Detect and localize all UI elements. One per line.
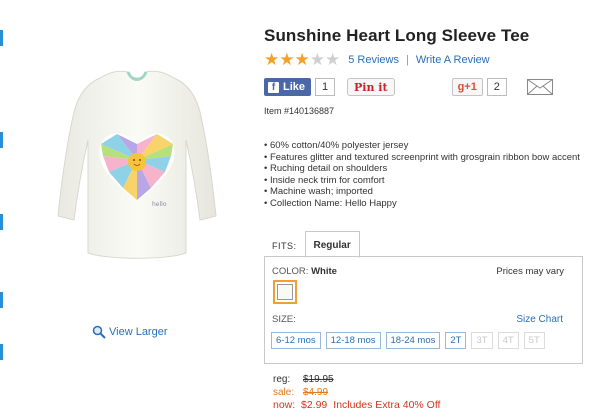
separator: | bbox=[406, 54, 409, 66]
star-empty-icon: ★ bbox=[309, 50, 325, 69]
size-option[interactable]: 6-12 mos bbox=[271, 332, 321, 349]
edge-marker bbox=[0, 30, 3, 46]
size-option-unavailable: 4T bbox=[497, 332, 519, 349]
size-option-unavailable: 3T bbox=[471, 332, 493, 349]
reg-label: reg: bbox=[273, 374, 291, 385]
product-image[interactable]: hello bbox=[40, 48, 230, 268]
tab-regular[interactable]: Regular bbox=[304, 231, 360, 258]
view-larger-link[interactable]: View Larger bbox=[92, 325, 168, 339]
gplus-count: 2 bbox=[486, 78, 507, 96]
feature-item: 60% cotton/40% polyester jersey bbox=[264, 140, 589, 152]
write-review-link[interactable]: Write A Review bbox=[416, 54, 490, 66]
product-title: Sunshine Heart Long Sleeve Tee bbox=[264, 26, 530, 45]
prices-may-vary-note: Prices may vary bbox=[496, 266, 564, 277]
star-filled-icon: ★ bbox=[279, 50, 295, 69]
feature-item: Inside neck trim for comfort bbox=[264, 175, 589, 187]
size-option[interactable]: 18-24 mos bbox=[385, 332, 441, 349]
color-value: White bbox=[311, 266, 337, 277]
star-filled-icon: ★ bbox=[264, 50, 280, 69]
like-label: Like bbox=[283, 81, 306, 93]
edge-marker bbox=[0, 214, 3, 230]
pinterest-pin-button[interactable]: Pin it bbox=[347, 78, 395, 96]
size-option[interactable]: 2T bbox=[445, 332, 467, 349]
discount-note: Includes Extra 40% Off bbox=[333, 399, 441, 411]
size-chart-link[interactable]: Size Chart bbox=[516, 314, 563, 325]
size-option[interactable]: 12-18 mos bbox=[325, 332, 381, 349]
price-block: reg: $19.95 sale: $4.99 now: $2.99 Includes … bbox=[273, 373, 440, 412]
rating-row: ★ ★ ★ ★ ★ 5 Reviews | Write A Review bbox=[264, 50, 490, 69]
feature-item: Features glitter and textured screenprin… bbox=[264, 152, 589, 164]
feature-item: Ruching detail on shoulders bbox=[264, 163, 589, 175]
product-options-panel: COLOR: White Prices may vary SIZE: Size … bbox=[264, 256, 583, 364]
size-option-unavailable: 5T bbox=[523, 332, 545, 349]
fit-tabs: FITS: Regular bbox=[264, 230, 360, 258]
reviews-link[interactable]: 5 Reviews bbox=[348, 54, 399, 66]
size-label: SIZE: bbox=[272, 314, 296, 325]
color-swatch-white[interactable] bbox=[273, 280, 297, 304]
star-empty-icon: ★ bbox=[325, 50, 341, 69]
facebook-icon: f bbox=[268, 81, 279, 93]
now-price: $2.99 bbox=[301, 399, 328, 411]
item-number: Item #140136887 bbox=[264, 106, 335, 116]
regular-price: $19.95 bbox=[303, 374, 334, 385]
sale-label: sale: bbox=[273, 387, 295, 398]
facebook-like-button[interactable]: f Like bbox=[264, 78, 312, 96]
email-icon[interactable] bbox=[526, 79, 553, 95]
fits-label: FITS: bbox=[272, 241, 297, 251]
edge-marker bbox=[0, 132, 3, 148]
regular-price-row: reg: $19.95 bbox=[273, 373, 440, 386]
now-price-row: now: $2.99 Includes Extra 40% Off bbox=[273, 399, 440, 412]
sale-price: $4.99 bbox=[303, 387, 329, 398]
social-share-row: f Like 1 Pin it g+1 2 bbox=[264, 78, 553, 96]
view-larger-label: View Larger bbox=[109, 326, 168, 338]
sale-price-row: sale: $4.99 bbox=[273, 386, 440, 399]
feature-list: 60% cotton/40% polyester jersey Features… bbox=[264, 140, 589, 209]
color-label: COLOR: bbox=[272, 266, 309, 277]
google-plus-button[interactable]: g+1 bbox=[451, 78, 483, 96]
feature-item: Collection Name: Hello Happy bbox=[264, 198, 589, 210]
star-rating: ★ ★ ★ ★ ★ bbox=[264, 50, 341, 69]
feature-item: Machine wash; imported bbox=[264, 186, 589, 198]
size-selector: 6-12 mos 12-18 mos 18-24 mos 2T 3T 4T 5T bbox=[271, 332, 545, 349]
like-count: 1 bbox=[315, 78, 336, 96]
magnifier-icon bbox=[92, 325, 106, 339]
star-filled-icon: ★ bbox=[294, 50, 310, 69]
svg-text:hello: hello bbox=[152, 201, 167, 208]
edge-marker bbox=[0, 292, 3, 308]
now-label: now: bbox=[273, 399, 296, 411]
color-row: COLOR: White bbox=[272, 266, 337, 277]
edge-marker bbox=[0, 344, 3, 360]
